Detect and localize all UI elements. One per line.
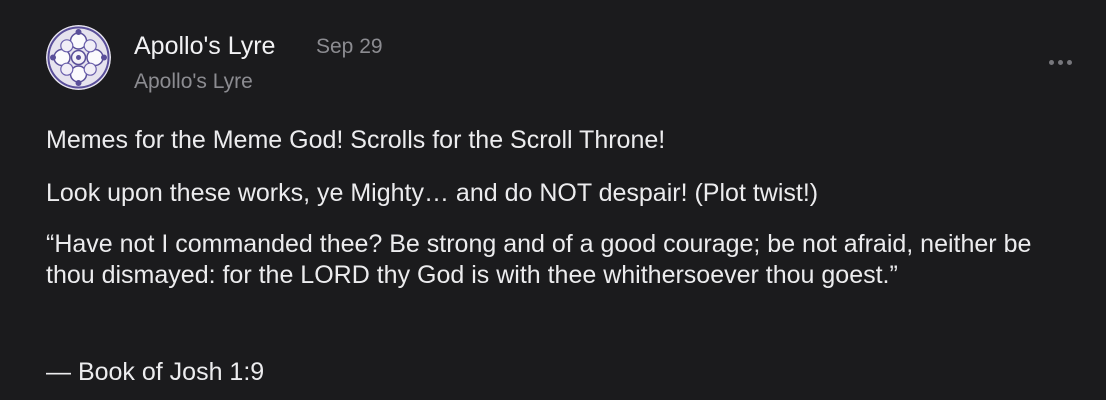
post-date[interactable]: Sep 29 — [316, 34, 383, 60]
author-name[interactable]: Apollo's Lyre — [134, 31, 275, 61]
publication-name[interactable]: Apollo's Lyre — [134, 69, 253, 95]
post-paragraph: Memes for the Meme God! Scrolls for the … — [46, 126, 666, 154]
more-horizontal-icon — [1048, 59, 1054, 65]
post-citation: — Book of Josh 1:9 — [46, 358, 265, 386]
more-horizontal-icon — [1057, 59, 1063, 65]
post-paragraph: Look upon these works, ye Mighty… and do… — [46, 179, 819, 207]
avatar-pattern-icon — [46, 25, 111, 90]
more-horizontal-icon — [1066, 59, 1072, 65]
more-options-button[interactable] — [1044, 52, 1076, 72]
author-avatar[interactable] — [46, 25, 111, 90]
post-card: Apollo's Lyre Sep 29 Apollo's Lyre Memes… — [0, 0, 1106, 400]
post-quote: “Have not I commanded thee? Be strong an… — [46, 230, 1032, 289]
